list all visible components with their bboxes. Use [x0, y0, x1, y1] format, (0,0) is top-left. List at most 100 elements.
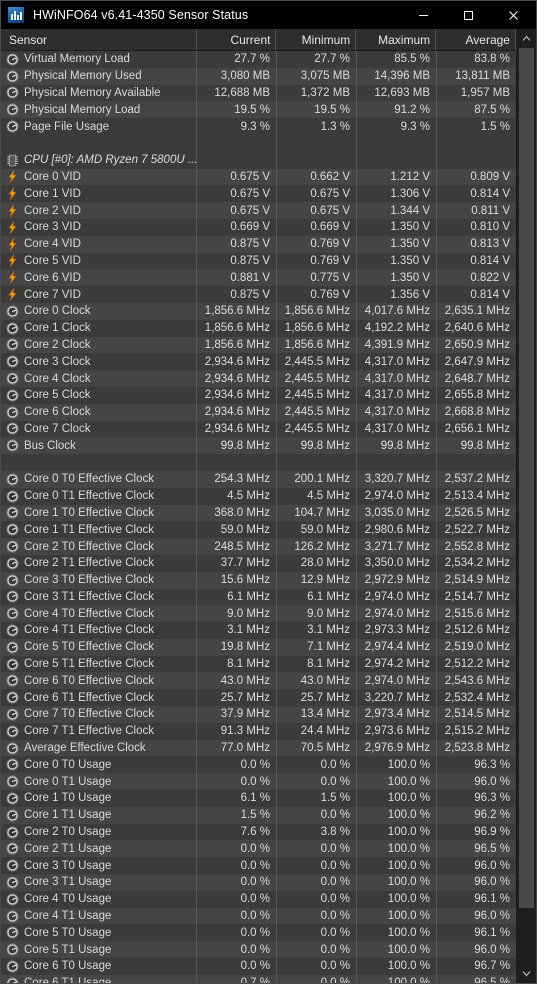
- title-bar: HWiNFO64 v6.41-4350 Sensor Status: [1, 1, 536, 29]
- sensor-group-header-row[interactable]: CPU [#0]: AMD Ryzen 7 5800U ...: [1, 151, 516, 169]
- sensor-average-cell: [437, 454, 516, 471]
- sensor-minimum-cell: 0.0 %: [277, 806, 357, 824]
- sensor-row[interactable]: Core 0 T0 Effective Clock 254.3 MHz 200.1 …: [1, 470, 516, 488]
- sensor-row[interactable]: Core 1 T0 Usage 6.1 % 1.5 % 100.0 % 96.3 %: [1, 790, 516, 807]
- sensor-name-label: Core 3 Clock: [24, 355, 91, 368]
- sensor-row[interactable]: Core 0 T1 Effective Clock 4.5 MHz 4.5 MHz 2…: [1, 487, 516, 505]
- sensor-row[interactable]: Core 6 VID 0.881 V 0.775 V 1.350 V 0.822 V: [1, 269, 516, 287]
- sensor-row[interactable]: Core 1 T1 Usage 1.5 % 0.0 % 100.0 % 96.2 %: [1, 806, 516, 824]
- gauge-icon: [6, 775, 19, 788]
- sensor-row[interactable]: Core 4 T0 Usage 0.0 % 0.0 % 100.0 % 96.1 %: [1, 890, 516, 908]
- sensor-maximum-cell: 4,017.6 MHz: [357, 302, 437, 320]
- sensor-maximum-cell: 3,350.0 MHz: [357, 554, 437, 572]
- sensor-name-label: Page File Usage: [24, 120, 110, 133]
- sensor-row[interactable]: Core 4 T1 Effective Clock 3.1 MHz 3.1 MHz 2…: [1, 622, 516, 639]
- sensor-row[interactable]: Core 1 VID 0.675 V 0.675 V 1.306 V 0.814 V: [1, 185, 516, 203]
- sensor-average-cell: 2,668.8 MHz: [437, 404, 516, 421]
- sensor-maximum-cell: 14,396 MB: [357, 67, 437, 85]
- close-icon[interactable]: [491, 1, 536, 29]
- lightning-icon: [6, 254, 19, 268]
- column-header-current[interactable]: Current: [197, 29, 277, 50]
- sensor-row[interactable]: Core 6 T1 Usage 0.7 %0.0 %100.0 %96.5 %: [1, 974, 516, 983]
- sensor-average-cell: 2,512.6 MHz: [437, 622, 516, 639]
- sensor-row[interactable]: Core 7 T1 Effective Clock 91.3 MHz 24.4 MH…: [1, 722, 516, 740]
- sensor-row[interactable]: Core 2 T0 Effective Clock 248.5 MHz 126.2 …: [1, 538, 516, 555]
- sensor-current-cell: 9.3 %: [197, 118, 277, 135]
- sensor-row[interactable]: Core 5 T1 Effective Clock 8.1 MHz 8.1 MHz 2…: [1, 655, 516, 673]
- sensor-row[interactable]: Physical Memory Load 19.5 % 19.5 % 91.2 % 87…: [1, 101, 516, 119]
- sensor-row[interactable]: Core 4 VID 0.875 V 0.769 V 1.350 V 0.813 V: [1, 235, 516, 253]
- sensor-row[interactable]: Core 4 T0 Effective Clock 9.0 MHz 9.0 MHz 2…: [1, 605, 516, 623]
- sensor-name-cell: Core 6 Clock: [1, 403, 197, 421]
- scrollbar-track[interactable]: [517, 48, 536, 964]
- sensor-row[interactable]: Core 7 VID 0.875 V 0.769 V 1.356 V 0.814 V: [1, 286, 516, 303]
- sensor-row[interactable]: Physical Memory Used 3,080 MB 3,075 MB 14,3…: [1, 67, 516, 85]
- sensor-row[interactable]: Core 2 T1 Usage 0.0 % 0.0 % 100.0 % 96.5 %: [1, 840, 516, 858]
- sensor-average-cell: 0.814 V: [437, 185, 516, 202]
- scrollbar-thumb[interactable]: [519, 48, 534, 908]
- sensor-row[interactable]: Core 6 Clock 2,934.6 MHz 2,445.5 MHz 4,317.…: [1, 403, 516, 421]
- sensor-name-label: Core 6 T0 Effective Clock: [24, 674, 154, 687]
- gauge-icon: [6, 607, 19, 620]
- sensor-row[interactable]: Physical Memory Available 12,688 MB 1,372 …: [1, 84, 516, 102]
- sensor-row[interactable]: Core 6 T0 Effective Clock 43.0 MHz 43.0 MH…: [1, 672, 516, 690]
- maximize-icon[interactable]: [446, 1, 491, 29]
- sensor-row[interactable]: Core 2 T1 Effective Clock 37.7 MHz 28.0 MH…: [1, 554, 516, 572]
- sensor-average-cell: 96.0 %: [437, 908, 516, 925]
- sensor-row[interactable]: Core 7 T0 Effective Clock 37.9 MHz 13.4 MH…: [1, 706, 516, 723]
- sensor-row[interactable]: Core 5 VID 0.875 V 0.769 V 1.350 V 0.814 V: [1, 252, 516, 270]
- sensor-row[interactable]: Core 2 Clock 1,856.6 MHz 1,856.6 MHz 4,391.…: [1, 336, 516, 354]
- sensor-row[interactable]: Core 1 T1 Effective Clock 59.0 MHz 59.0 MH…: [1, 521, 516, 539]
- sensor-row[interactable]: Core 0 Clock 1,856.6 MHz 1,856.6 MHz 4,017.…: [1, 302, 516, 320]
- sensor-maximum-cell: 2,974.4 MHz: [357, 638, 437, 656]
- sensor-row[interactable]: Core 0 T0 Usage 0.0 % 0.0 % 100.0 % 96.3 %: [1, 756, 516, 774]
- sensor-row[interactable]: Core 5 T0 Effective Clock 19.8 MHz 7.1 MHz…: [1, 638, 516, 656]
- column-header-maximum[interactable]: Maximum: [356, 29, 437, 50]
- sensor-row[interactable]: Page File Usage 9.3 % 1.3 % 9.3 % 1.5 %: [1, 118, 516, 135]
- sensor-current-cell: 4.5 MHz: [197, 487, 277, 505]
- sensor-average-cell: 96.5 %: [437, 975, 516, 983]
- sensor-row[interactable]: Core 1 T0 Effective Clock 368.0 MHz 104.7 …: [1, 504, 516, 522]
- column-header-average[interactable]: Average: [436, 29, 516, 50]
- sensor-row[interactable]: Core 3 VID 0.669 V 0.669 V 1.350 V 0.810 V: [1, 218, 516, 236]
- sensor-maximum-cell: 100.0 %: [357, 806, 437, 824]
- sensor-row[interactable]: Core 0 T1 Usage 0.0 % 0.0 % 100.0 % 96.0 %: [1, 773, 516, 791]
- sensor-current-cell: 8.1 MHz: [197, 655, 277, 673]
- sensor-row[interactable]: Core 2 T0 Usage 7.6 % 3.8 % 100.0 % 96.9 %: [1, 823, 516, 841]
- sensor-row[interactable]: Core 0 VID 0.675 V 0.662 V 1.212 V 0.809 V: [1, 168, 516, 186]
- sensor-row[interactable]: Core 4 Clock 2,934.6 MHz 2,445.5 MHz 4,317.…: [1, 370, 516, 387]
- sensor-average-cell: 96.0 %: [437, 941, 516, 958]
- column-header-minimum[interactable]: Minimum: [276, 29, 357, 50]
- sensor-row[interactable]: Core 5 T1 Usage 0.0 % 0.0 % 100.0 % 96.0 %: [1, 941, 516, 959]
- sensor-current-cell: 2,934.6 MHz: [197, 353, 277, 371]
- sensor-row[interactable]: Core 7 Clock 2,934.6 MHz 2,445.5 MHz 4,317.…: [1, 420, 516, 438]
- sensor-row[interactable]: Core 3 T0 Effective Clock 15.6 MHz 12.9 MH…: [1, 571, 516, 589]
- sensor-row[interactable]: Core 1 Clock 1,856.6 MHz 1,856.6 MHz 4,192.…: [1, 319, 516, 337]
- sensor-row[interactable]: Core 6 T0 Usage 0.0 % 0.0 % 100.0 % 96.7 %: [1, 958, 516, 975]
- column-header-sensor[interactable]: Sensor: [1, 29, 197, 50]
- sensor-row[interactable]: Bus Clock 99.8 MHz 99.8 MHz 99.8 MHz 99.8 MH…: [1, 437, 516, 455]
- sensor-row[interactable]: Virtual Memory Load 27.7 % 27.7 % 85.5 % 83.…: [1, 51, 516, 68]
- sensor-maximum-cell: 1.212 V: [357, 168, 437, 186]
- sensor-row[interactable]: Average Effective Clock 77.0 MHz 70.5 MHz 2…: [1, 739, 516, 757]
- sensor-name-cell: Core 5 T0 Usage: [1, 924, 197, 942]
- sensor-average-cell: 99.8 MHz: [437, 437, 516, 454]
- sensor-row[interactable]: Core 3 T1 Usage 0.0 % 0.0 % 100.0 % 96.0 %: [1, 874, 516, 891]
- sensor-row[interactable]: Core 3 T0 Usage 0.0 % 0.0 % 100.0 % 96.0 %: [1, 857, 516, 875]
- sensor-minimum-cell: 2,445.5 MHz: [277, 353, 357, 371]
- sensor-grid-wrapper: Sensor Current Minimum Maximum Average V…: [1, 29, 536, 983]
- vertical-scrollbar[interactable]: [516, 29, 536, 983]
- scroll-up-arrow-icon[interactable]: [517, 29, 536, 48]
- sensor-current-cell: 0.881 V: [197, 269, 277, 287]
- sensor-row[interactable]: Core 3 Clock 2,934.6 MHz 2,445.5 MHz 4,317.…: [1, 353, 516, 371]
- sensor-row[interactable]: Core 3 T1 Effective Clock 6.1 MHz 6.1 MHz 2…: [1, 588, 516, 606]
- sensor-row[interactable]: Core 5 Clock 2,934.6 MHz 2,445.5 MHz 4,317.…: [1, 386, 516, 404]
- sensor-row[interactable]: Core 6 T1 Effective Clock 25.7 MHz 25.7 MH…: [1, 689, 516, 707]
- sensor-name-label: Core 4 T0 Usage: [24, 893, 112, 906]
- scroll-down-arrow-icon[interactable]: [517, 964, 536, 983]
- sensor-row[interactable]: Core 2 VID 0.675 V 0.675 V 1.344 V 0.811 V: [1, 202, 516, 219]
- sensor-row[interactable]: Core 4 T1 Usage 0.0 % 0.0 % 100.0 % 96.0 %: [1, 907, 516, 925]
- sensor-name-label: Core 2 VID: [24, 204, 81, 217]
- minimize-icon[interactable]: [401, 1, 446, 29]
- sensor-row[interactable]: Core 5 T0 Usage 0.0 % 0.0 % 100.0 % 96.1 %: [1, 924, 516, 942]
